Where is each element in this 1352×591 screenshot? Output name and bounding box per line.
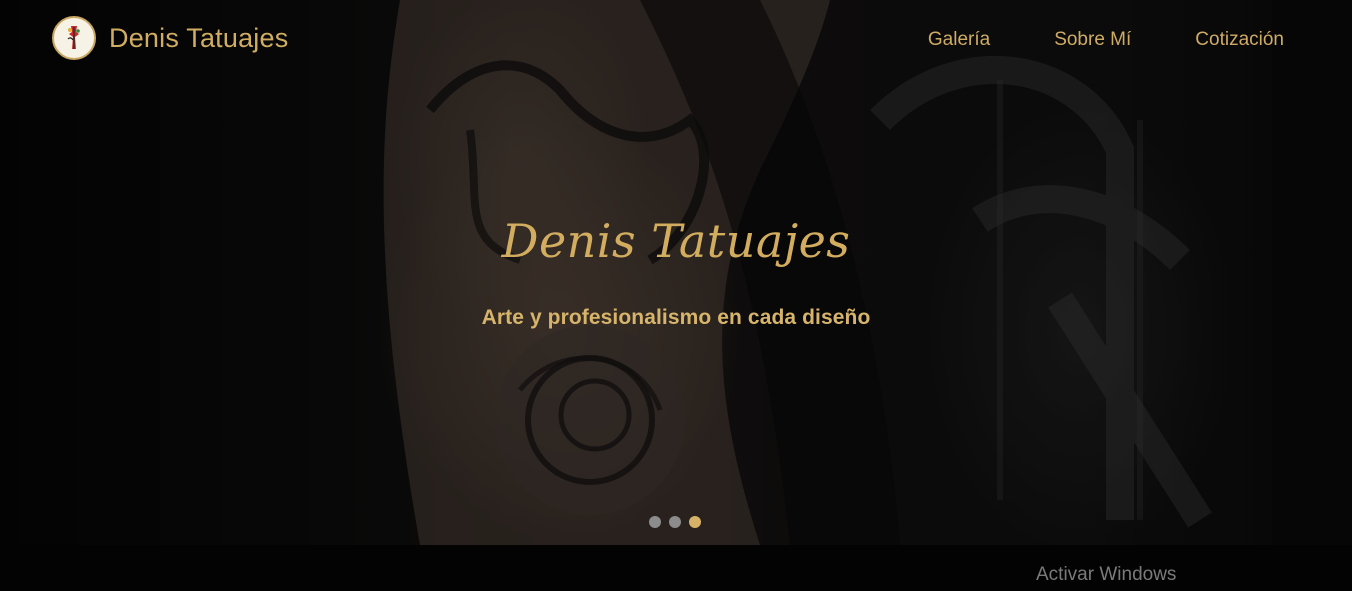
carousel-indicator-1[interactable] <box>649 516 661 528</box>
hero-subtitle: Arte y profesionalismo en cada diseño <box>481 306 871 329</box>
nav-link-cotizacion[interactable]: Cotización <box>1195 29 1284 51</box>
nav-link-sobre-mi[interactable]: Sobre Mí <box>1054 29 1131 51</box>
carousel-indicator-3-active[interactable] <box>689 516 701 528</box>
carousel-indicators <box>649 516 709 528</box>
tattoo-logo-icon <box>52 16 96 60</box>
carousel-indicator-2[interactable] <box>669 516 681 528</box>
navbar: Denis Tatuajes Galería Sobre Mí Cotizaci… <box>0 0 1352 82</box>
brand-name: Denis Tatuajes <box>109 22 289 53</box>
hero-title: Denis Tatuajes <box>501 214 851 268</box>
windows-activation-watermark: Activar Windows <box>1036 564 1177 585</box>
nav-menu: Galería Sobre Mí Cotización <box>864 29 1284 51</box>
nav-link-galeria[interactable]: Galería <box>928 29 990 51</box>
brand-link[interactable]: Denis Tatuajes <box>52 16 288 60</box>
page: Denis Tatuajes Arte y profesionalismo en… <box>0 0 1352 591</box>
